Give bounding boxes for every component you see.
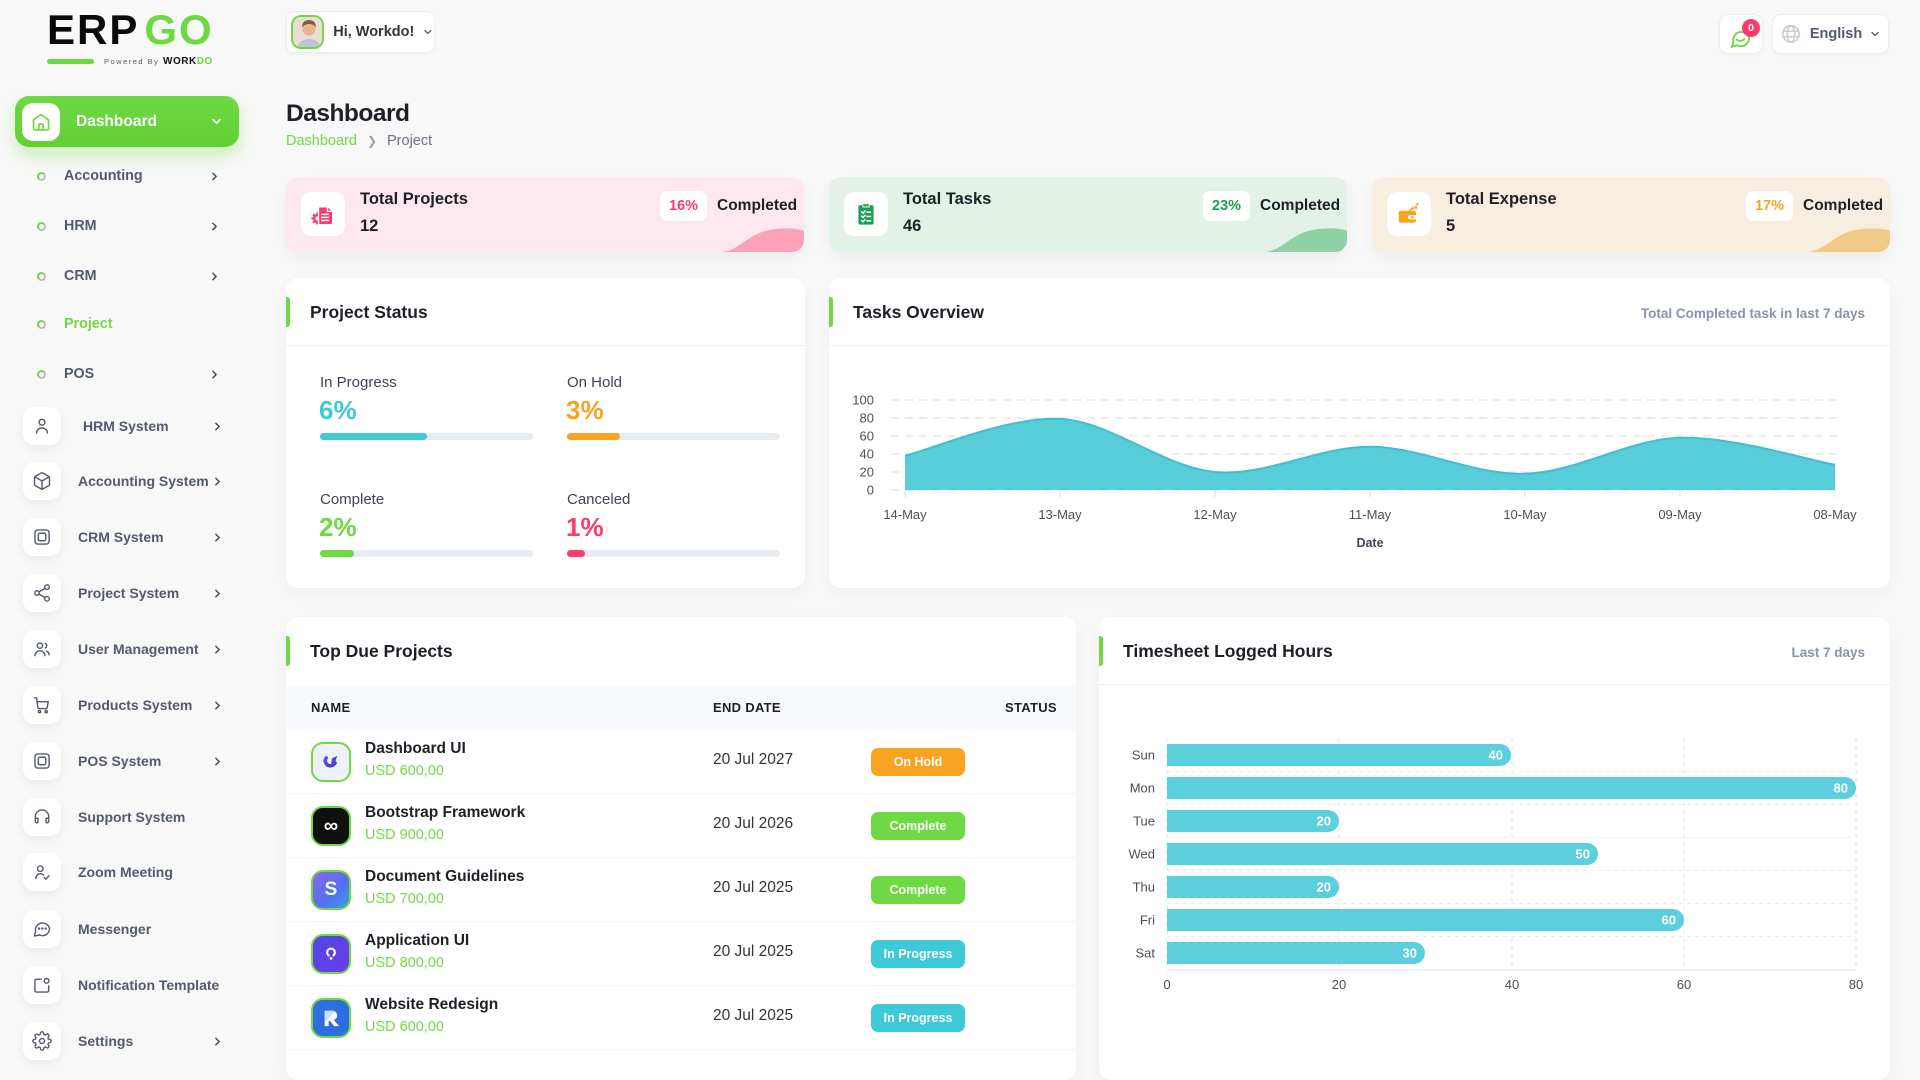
svg-text:Mon: Mon [1130,781,1155,796]
svg-text:20: 20 [1317,880,1331,895]
svg-text:20: 20 [1317,814,1331,829]
svg-text:Thu: Thu [1133,880,1155,895]
svg-text:0: 0 [867,483,874,498]
svg-text:11-May: 11-May [1349,507,1392,522]
svg-text:60: 60 [860,429,874,444]
svg-text:40: 40 [1505,977,1519,992]
svg-text:Fri: Fri [1140,913,1155,928]
svg-text:60: 60 [1677,977,1691,992]
svg-text:Tue: Tue [1133,814,1155,829]
svg-text:Wed: Wed [1129,847,1156,862]
svg-text:14-May: 14-May [883,507,927,522]
svg-text:0: 0 [1163,977,1170,992]
svg-text:100: 100 [852,393,874,408]
svg-text:Sat: Sat [1135,946,1155,961]
svg-text:Date: Date [1356,536,1383,550]
svg-text:40: 40 [1489,748,1503,763]
svg-text:09-May: 09-May [1658,507,1702,522]
svg-text:80: 80 [1849,977,1863,992]
svg-text:08-May: 08-May [1813,507,1857,522]
svg-text:12-May: 12-May [1193,507,1237,522]
svg-text:50: 50 [1576,847,1590,862]
svg-text:20: 20 [1332,977,1346,992]
svg-text:20: 20 [860,465,874,480]
svg-text:Sun: Sun [1132,748,1155,763]
svg-text:80: 80 [1834,781,1848,796]
svg-text:80: 80 [860,411,874,426]
svg-text:30: 30 [1403,946,1417,961]
svg-text:60: 60 [1662,913,1676,928]
svg-text:13-May: 13-May [1038,507,1082,522]
svg-text:10-May: 10-May [1503,507,1547,522]
svg-text:40: 40 [860,447,874,462]
